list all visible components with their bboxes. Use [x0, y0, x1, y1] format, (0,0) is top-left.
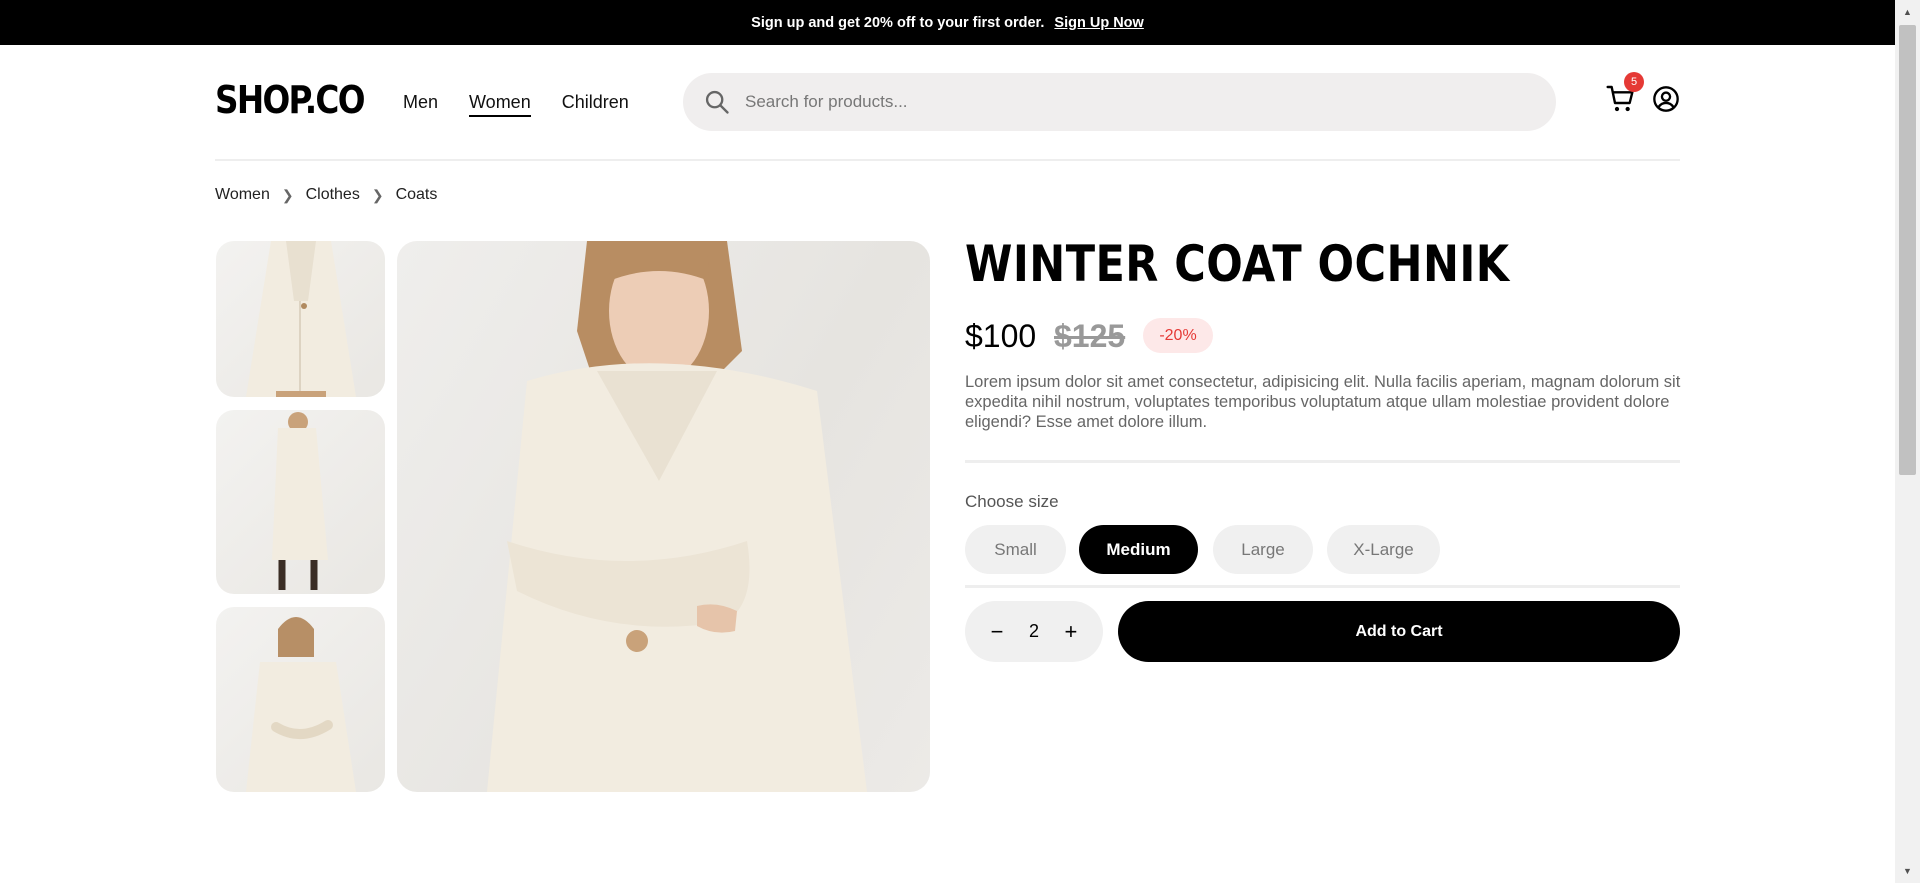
promo-text: Sign up and get 20% off to your first or… — [751, 14, 1045, 31]
cart-count-badge: 5 — [1624, 72, 1644, 92]
plus-icon[interactable]: + — [1061, 619, 1081, 645]
product-title: WINTER COAT OCHNIK — [965, 235, 1510, 293]
size-label: Choose size — [965, 492, 1059, 511]
page-scrollbar[interactable]: ▲ ▼ — [1895, 0, 1920, 883]
site-header: SHOP.CO Men Women Children 5 — [215, 45, 1680, 161]
search-bar[interactable] — [683, 73, 1556, 131]
breadcrumb-women[interactable]: Women — [215, 186, 270, 204]
chevron-right-icon: ❯ — [371, 186, 384, 203]
user-icon[interactable] — [1652, 85, 1680, 113]
nav-item-men[interactable]: Men — [403, 92, 438, 117]
discount-badge: -20% — [1143, 318, 1213, 353]
product-old-price: $125 — [1054, 318, 1126, 354]
scroll-down-arrow[interactable]: ▼ — [1895, 861, 1920, 881]
coat-image — [246, 241, 356, 397]
main-nav: Men Women Children — [403, 92, 660, 117]
coat-image — [487, 241, 867, 792]
minus-icon[interactable]: − — [987, 619, 1007, 645]
logo[interactable]: SHOP.CO — [215, 78, 365, 122]
chevron-right-icon: ❯ — [281, 186, 294, 203]
size-option-large[interactable]: Large — [1213, 525, 1313, 574]
search-icon — [705, 90, 729, 114]
nav-item-children[interactable]: Children — [562, 92, 629, 117]
product-thumbnail-3[interactable] — [216, 607, 385, 792]
product-main-image — [397, 241, 930, 792]
breadcrumb-coats[interactable]: Coats — [396, 186, 438, 204]
product-price: $100 — [965, 318, 1037, 354]
scrollbar-thumb[interactable] — [1899, 25, 1916, 475]
quantity-stepper: − 2 + — [965, 601, 1103, 662]
product-thumbnail-1[interactable] — [216, 241, 385, 397]
product-description: Lorem ipsum dolor sit amet consectetur, … — [965, 373, 1681, 431]
breadcrumb-clothes[interactable]: Clothes — [306, 186, 360, 204]
divider — [965, 460, 1680, 463]
scroll-up-arrow[interactable]: ▲ — [1895, 2, 1920, 22]
size-option-small[interactable]: Small — [965, 525, 1066, 574]
coat-image — [272, 412, 328, 590]
divider — [965, 585, 1680, 588]
add-to-cart-button[interactable]: Add to Cart — [1118, 601, 1680, 662]
search-input[interactable] — [745, 92, 1505, 112]
quantity-value: 2 — [1028, 621, 1039, 641]
size-option-medium[interactable]: Medium — [1079, 525, 1198, 574]
breadcrumb: Women ❯ Clothes ❯ Coats — [215, 186, 437, 204]
promo-bar: Sign up and get 20% off to your first or… — [0, 0, 1895, 45]
coat-image — [246, 617, 356, 792]
sign-up-link[interactable]: Sign Up Now — [1054, 15, 1143, 31]
nav-item-women[interactable]: Women — [469, 92, 531, 117]
product-thumbnail-2[interactable] — [216, 410, 385, 594]
size-option-x-large[interactable]: X-Large — [1327, 525, 1440, 574]
